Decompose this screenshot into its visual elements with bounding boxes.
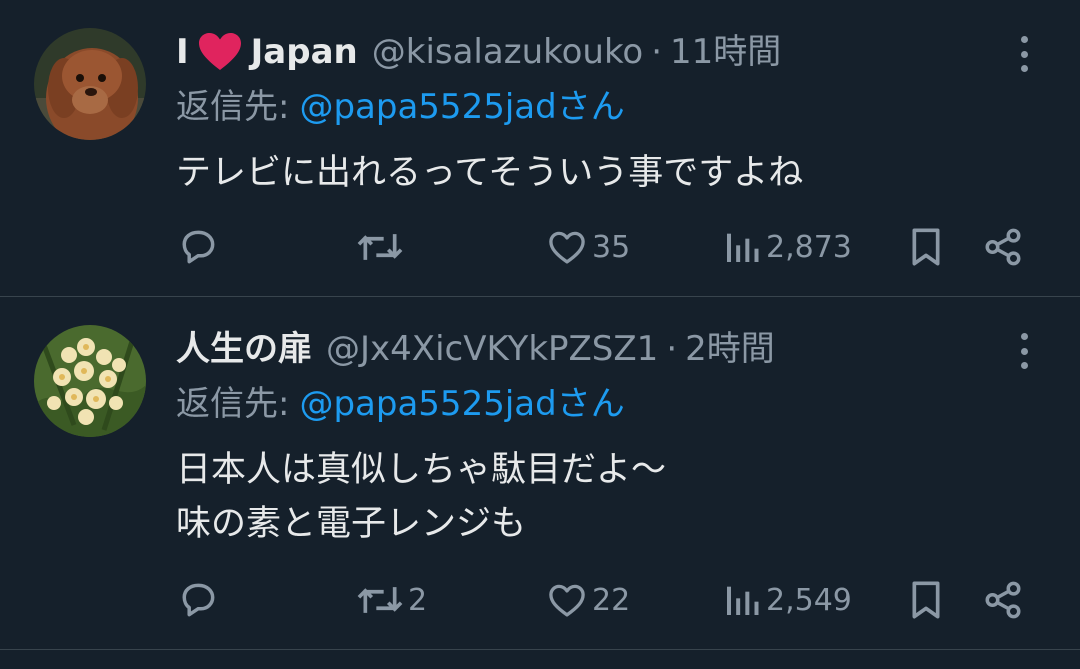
- timestamp[interactable]: 2時間: [685, 327, 775, 371]
- tweet-text-line: 味の素と電子レンジも: [176, 504, 527, 544]
- like-button[interactable]: 35: [546, 222, 630, 272]
- reply-mention-link[interactable]: @papa5525jadさん: [299, 87, 624, 127]
- share-button[interactable]: [982, 575, 1024, 625]
- action-bar: 2 22 2,549: [176, 575, 1030, 625]
- views-button[interactable]: 2,873: [722, 222, 852, 272]
- display-name[interactable]: 人生の扉: [176, 327, 312, 371]
- tweet-header: I Japan @kisalazukouko · 11時間: [176, 30, 781, 74]
- separator: ·: [666, 329, 678, 369]
- dog-avatar-image: [34, 28, 146, 140]
- reply-to-line: 返信先: @papa5525jadさん: [176, 379, 625, 429]
- reply-to-label: 返信先:: [176, 87, 290, 127]
- speech-bubble-icon: [182, 230, 215, 264]
- share-button[interactable]: [982, 222, 1024, 272]
- retweet-arrows-icon: [357, 587, 403, 613]
- like-count: 35: [592, 229, 631, 265]
- like-button[interactable]: 22: [546, 575, 630, 625]
- bookmark-button[interactable]: [906, 575, 946, 625]
- like-count: 22: [592, 582, 631, 618]
- tweet-text-line: 日本人は真似しちゃ駄目だよ〜: [176, 450, 667, 490]
- tweet[interactable]: I Japan @kisalazukouko · 11時間 返信先: @papa5…: [0, 0, 1080, 297]
- user-handle[interactable]: @kisalazukouko: [372, 30, 643, 74]
- reply-to-line: 返信先: @papa5525jadさん: [176, 82, 625, 132]
- separator: ·: [651, 32, 663, 72]
- flower-avatar-image: [34, 325, 146, 437]
- avatar[interactable]: [34, 28, 146, 140]
- retweet-count: 2: [408, 582, 428, 618]
- more-options-button[interactable]: [1012, 333, 1036, 369]
- share-nodes-icon: [985, 228, 1021, 266]
- tweet-text-line: テレビに出れるってそういう事ですよね: [176, 153, 804, 193]
- share-nodes-icon: [985, 581, 1021, 619]
- retweet-button[interactable]: [356, 222, 408, 272]
- retweet-button[interactable]: 2: [356, 575, 427, 625]
- timestamp[interactable]: 11時間: [670, 30, 781, 74]
- reply-button[interactable]: [176, 575, 224, 625]
- bar-chart-icon: [727, 586, 759, 615]
- reply-to-label: 返信先:: [176, 384, 290, 424]
- bookmark-icon: [912, 228, 940, 266]
- view-count: 2,873: [766, 229, 852, 265]
- tweet-text: 日本人は真似しちゃ駄目だよ〜 味の素と電子レンジも: [176, 443, 666, 551]
- action-bar: 35 2,873: [176, 222, 1030, 272]
- vertical-dots-icon: [1020, 36, 1028, 43]
- reply-button[interactable]: [176, 222, 224, 272]
- vertical-dots-icon: [1020, 333, 1028, 340]
- more-options-button[interactable]: [1012, 36, 1036, 72]
- display-name[interactable]: I Japan: [176, 30, 358, 74]
- bookmark-button[interactable]: [906, 222, 946, 272]
- avatar[interactable]: [34, 325, 146, 437]
- tweet[interactable]: 人生の扉 @Jx4XicVKYkPZSZ1 · 2時間 返信先: @papa552…: [0, 297, 1080, 650]
- tweet-header: 人生の扉 @Jx4XicVKYkPZSZ1 · 2時間: [176, 327, 775, 371]
- reply-mention-link[interactable]: @papa5525jadさん: [299, 384, 624, 424]
- display-name-text: Japan: [250, 32, 358, 72]
- tweet-text: テレビに出れるってそういう事ですよね: [176, 146, 803, 200]
- view-count: 2,549: [766, 582, 852, 618]
- speech-bubble-icon: [182, 583, 215, 617]
- user-handle[interactable]: @Jx4XicVKYkPZSZ1: [326, 327, 658, 371]
- bar-chart-icon: [727, 233, 759, 262]
- heart-outline-icon: [549, 584, 585, 617]
- bookmark-icon: [912, 581, 940, 619]
- heart-outline-icon: [549, 231, 585, 264]
- display-name-text: I: [176, 32, 189, 72]
- views-button[interactable]: 2,549: [722, 575, 852, 625]
- retweet-arrows-icon: [357, 234, 403, 260]
- heart-emoji-icon: [198, 33, 241, 70]
